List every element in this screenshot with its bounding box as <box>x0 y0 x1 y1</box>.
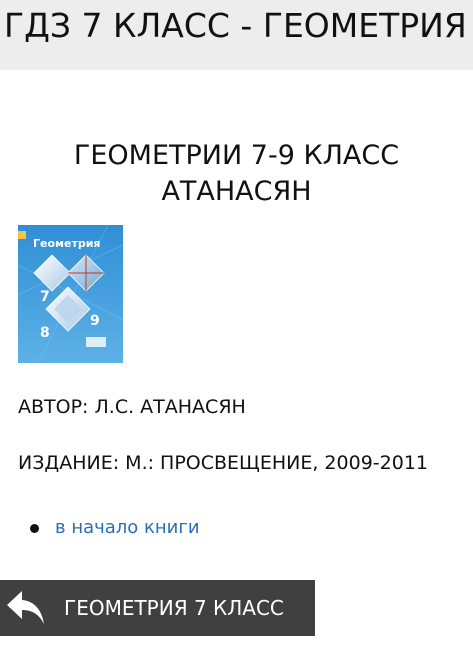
book-cover-image[interactable]: Геометрия 7 8 9 <box>18 225 123 363</box>
list-item: в начало книги <box>30 516 200 540</box>
bullet-icon <box>30 523 39 533</box>
cover-grade-8: 8 <box>40 325 50 341</box>
back-button-label: ГЕОМЕТРИЯ 7 КЛАСС <box>64 596 284 620</box>
back-button[interactable]: ГЕОМЕТРИЯ 7 КЛАСС <box>0 580 315 636</box>
cover-title: Геометрия <box>33 237 101 250</box>
book-start-link[interactable]: в начало книги <box>55 516 200 540</box>
book-title: ГЕОМЕТРИИ 7-9 КЛАСС АТАНАСЯН <box>0 138 473 210</box>
book-nav-list: в начало книги <box>30 516 200 540</box>
book-title-line-1: ГЕОМЕТРИИ 7-9 КЛАСС <box>73 140 400 171</box>
reply-arrow-icon <box>7 591 44 624</box>
page-header: ГДЗ 7 КЛАСС - ГЕОМЕТРИЯ <box>0 0 473 70</box>
book-title-line-2: АТАНАСЯН <box>161 176 312 207</box>
page-title: ГДЗ 7 КЛАСС - ГЕОМЕТРИЯ <box>4 6 467 45</box>
book-edition: ИЗДАНИЕ: М.: ПРОСВЕЩЕНИЕ, 2009-2011 <box>18 452 428 474</box>
cover-grade-9: 9 <box>90 313 100 329</box>
book-author: АВТОР: Л.С. АТАНАСЯН <box>18 396 246 418</box>
cover-grade-7: 7 <box>40 289 50 305</box>
